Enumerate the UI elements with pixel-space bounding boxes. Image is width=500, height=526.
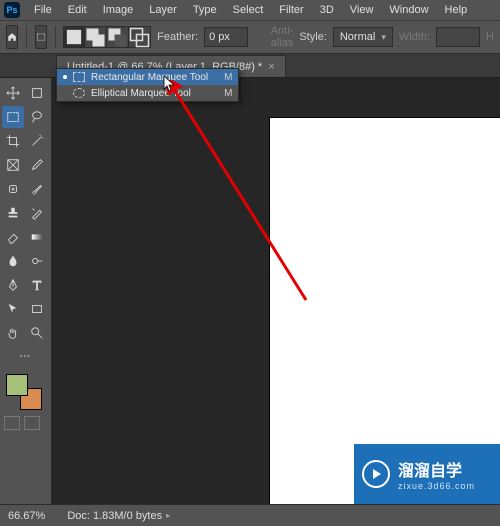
close-tab-button[interactable]: × [268, 61, 274, 73]
selected-indicator-icon [63, 75, 67, 79]
dodge-tool[interactable] [26, 250, 48, 272]
subtract-selection-button[interactable] [107, 26, 129, 48]
height-label: H [486, 31, 494, 43]
artboard-tool[interactable] [26, 82, 48, 104]
crop-tool[interactable] [2, 130, 24, 152]
doc-size-label: Doc: 1.83M/0 bytes [67, 510, 162, 522]
frame-tool[interactable] [2, 154, 24, 176]
menu-image[interactable]: Image [95, 2, 142, 18]
style-value: Normal [340, 31, 375, 43]
toolbox: ··· [0, 78, 52, 504]
marquee-tool[interactable] [2, 106, 24, 128]
flyout-rectangular-marquee[interactable]: Rectangular Marquee Tool M [57, 69, 238, 85]
ellipse-marquee-icon [73, 88, 85, 98]
intersect-selection-icon [129, 27, 150, 48]
edit-toolbar-button[interactable]: ··· [2, 346, 48, 368]
marquee-icon [36, 32, 46, 42]
hand-tool[interactable] [2, 322, 24, 344]
quickmask-button[interactable] [4, 416, 20, 430]
blur-tool[interactable] [2, 250, 24, 272]
menu-file[interactable]: File [26, 2, 60, 18]
type-tool[interactable] [26, 274, 48, 296]
menu-3d[interactable]: 3D [312, 2, 342, 18]
new-selection-button[interactable] [63, 26, 85, 48]
antialias-checkbox [254, 31, 261, 43]
width-label: Width: [399, 31, 430, 43]
flyout-shortcut: M [224, 88, 232, 99]
eyedropper-tool[interactable] [26, 154, 48, 176]
chevron-right-icon[interactable]: ▸ [166, 511, 170, 520]
zoom-level[interactable]: 66.67% [8, 510, 45, 522]
flyout-elliptical-marquee[interactable]: Elliptical Marquee Tool M [57, 85, 238, 101]
foreground-swatch[interactable] [6, 374, 28, 396]
style-select[interactable]: Normal ▾ [333, 27, 393, 47]
antialias-label: Anti-alias [271, 25, 294, 49]
menu-bar: Ps File Edit Image Layer Type Select Fil… [0, 0, 500, 20]
menu-help[interactable]: Help [437, 2, 476, 18]
intersect-selection-button[interactable] [129, 26, 151, 48]
pen-tool[interactable] [2, 274, 24, 296]
menu-layer[interactable]: Layer [141, 2, 185, 18]
watermark-subtitle: zixue.3d66.com [398, 481, 475, 491]
flyout-item-label: Elliptical Marquee Tool [91, 88, 208, 99]
mouse-cursor-icon [163, 75, 177, 93]
lasso-tool[interactable] [26, 106, 48, 128]
selection-mode-group [63, 26, 151, 48]
marquee-flyout-menu: Rectangular Marquee Tool M Elliptical Ma… [56, 68, 239, 102]
move-tool[interactable] [2, 82, 24, 104]
brush-tool[interactable] [26, 178, 48, 200]
feather-label: Feather: [157, 31, 198, 43]
play-icon [362, 460, 390, 488]
style-label: Style: [299, 31, 327, 43]
screenmode-button[interactable] [24, 416, 40, 430]
menu-filter[interactable]: Filter [271, 2, 311, 18]
menu-window[interactable]: Window [381, 2, 436, 18]
watermark-title: 溜溜自学 [398, 457, 475, 481]
tool-preset-button[interactable] [35, 25, 47, 49]
chevron-down-icon: ▾ [381, 32, 386, 43]
main-area: ··· [0, 78, 500, 504]
history-brush-tool[interactable] [26, 202, 48, 224]
width-field [436, 27, 480, 47]
wand-tool[interactable] [26, 130, 48, 152]
options-bar: Feather: 0 px Anti-alias Style: Normal ▾… [0, 20, 500, 54]
flyout-shortcut: M [224, 72, 232, 83]
rect-marquee-icon [73, 72, 85, 82]
watermark-badge: 溜溜自学 zixue.3d66.com [354, 444, 500, 504]
feather-field[interactable]: 0 px [204, 27, 248, 47]
add-selection-icon [85, 27, 106, 48]
path-select-tool[interactable] [2, 298, 24, 320]
canvas-area[interactable] [52, 78, 500, 504]
home-icon [7, 32, 17, 42]
subtract-selection-icon [107, 27, 128, 48]
eraser-tool[interactable] [2, 226, 24, 248]
menu-select[interactable]: Select [225, 2, 272, 18]
zoom-tool[interactable] [26, 322, 48, 344]
menu-view[interactable]: View [342, 2, 382, 18]
status-bar: 66.67% Doc: 1.83M/0 bytes ▸ [0, 504, 500, 526]
flyout-item-label: Rectangular Marquee Tool [91, 72, 208, 83]
new-selection-icon [64, 27, 84, 47]
healing-tool[interactable] [2, 178, 24, 200]
home-button[interactable] [6, 25, 18, 49]
shape-tool[interactable] [26, 298, 48, 320]
menu-type[interactable]: Type [185, 2, 225, 18]
gradient-tool[interactable] [26, 226, 48, 248]
color-swatches[interactable] [6, 374, 42, 410]
menu-edit[interactable]: Edit [60, 2, 95, 18]
stamp-tool[interactable] [2, 202, 24, 224]
add-selection-button[interactable] [85, 26, 107, 48]
app-logo: Ps [4, 2, 20, 18]
